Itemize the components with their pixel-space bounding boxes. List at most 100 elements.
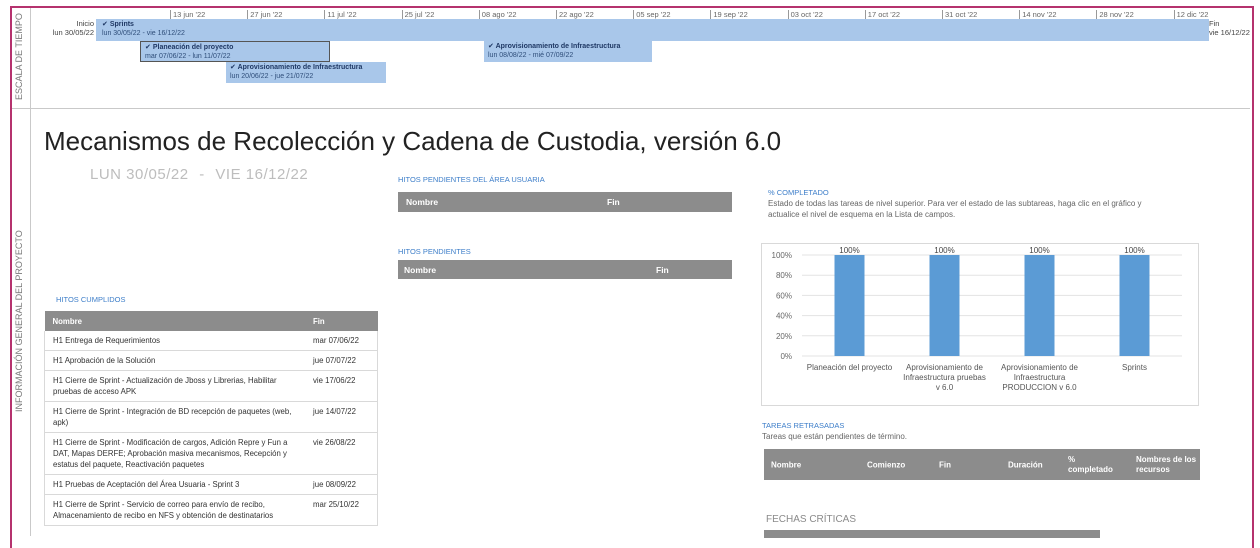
chart-ytick-label: 80% [776, 271, 792, 280]
chart-ytick-label: 100% [772, 251, 792, 260]
col-completado-header: % completado [1068, 454, 1113, 474]
hito-fin: jue 08/09/22 [305, 474, 378, 495]
hitos-cumplidos-body: H1 Entrega de Requerimientos mar 07/06/22… [44, 331, 378, 526]
tareas-retrasadas-heading: TAREAS RETRASADAS [762, 421, 845, 430]
hitos-pendientes-table-header[interactable]: Nombre Fin [398, 260, 732, 279]
chart-bar [1119, 255, 1150, 356]
chart-ytick-label: 60% [776, 291, 792, 300]
hito-nombre: H1 Cierre de Sprint - Servicio de correo… [44, 494, 305, 526]
chart-category-label: Aprovisionamiento de [1001, 363, 1078, 372]
chart-data-label: 100% [1029, 246, 1049, 255]
timeline-task-dates: lun 30/05/22 - vie 16/12/22 [102, 30, 185, 37]
project-end-date: VIE 16/12/22 [215, 166, 309, 183]
table-header-row: Nombre Fin [44, 311, 378, 331]
col-nombre-header: Nombre [404, 264, 437, 275]
timeline-sprints-bar[interactable] [96, 19, 1209, 41]
col-fin-header: Fin [939, 460, 951, 469]
timeline-task-aprov-infra-2[interactable]: ✔ Aprovisionamiento de Infraestructura l… [226, 62, 386, 83]
table-row[interactable]: H1 Cierre de Sprint - Integración de BD … [44, 401, 378, 433]
timeline-start-label: Inicio [76, 19, 94, 28]
timeline-task-name: ✔ Aprovisionamiento de Infraestructura [488, 42, 648, 51]
hito-nombre: H1 Pruebas de Aceptación del Área Usuari… [44, 474, 305, 495]
hito-fin: mar 25/10/22 [305, 494, 378, 526]
hito-fin: jue 07/07/22 [305, 350, 378, 371]
col-fin-header: Fin [656, 264, 669, 275]
hitos-cumplidos-heading: HITOS CUMPLIDOS [56, 295, 126, 304]
timeline-task-dates: lun 20/06/22 - jue 21/07/22 [230, 73, 314, 80]
hitos-cumplidos-table[interactable]: Nombre Fin H1 Entrega de Requerimientos m… [44, 311, 378, 526]
chart-bar [834, 255, 865, 356]
timeline-divider [12, 108, 1250, 109]
timeline-side-label: ESCALA DE TIEMPO [14, 13, 24, 100]
timeline-start: Inicio lun 30/05/22 [34, 19, 94, 37]
chart-category-label: Infraestructura pruebas [903, 373, 986, 382]
chart-ytick-label: 40% [776, 312, 792, 321]
table-row[interactable]: H1 Entrega de Requerimientos mar 07/06/22 [44, 331, 378, 351]
table-row[interactable]: H1 Cierre de Sprint - Modificación de ca… [44, 432, 378, 475]
check-icon: ✔ [230, 64, 236, 71]
date-separator: - [199, 166, 205, 183]
col-comienzo-header: Comienzo [867, 460, 906, 469]
tareas-retrasadas-note: Tareas que están pendientes de término. [762, 432, 907, 441]
chart-category-label: Aprovisionamiento de [906, 363, 983, 372]
hitos-pendientes-heading: HITOS PENDIENTES [398, 247, 471, 256]
chart-category-label: Planeación del proyecto [807, 363, 893, 372]
hito-fin: mar 07/06/22 [305, 331, 378, 351]
timeline-task-name: ✔ Sprints [102, 20, 185, 29]
hito-nombre: H1 Cierre de Sprint - Modificación de ca… [44, 432, 305, 475]
chart-bar [929, 255, 960, 356]
hitos-usuaria-heading: HITOS PENDIENTES DEL ÁREA USUARIA [398, 175, 545, 184]
hito-nombre: H1 Cierre de Sprint - Actualización de J… [44, 370, 305, 402]
timeline-task-name: ✔ Aprovisionamiento de Infraestructura [230, 63, 382, 72]
timeline-task-planeacion[interactable]: ✔ Planeación del proyecto mar 07/06/22 -… [140, 41, 330, 62]
timeline-task-name-text: Aprovisionamiento de Infraestructura [495, 43, 621, 50]
check-icon: ✔ [102, 21, 108, 28]
timeline-task-aprov-infra-1[interactable]: ✔ Aprovisionamiento de Infraestructura l… [484, 41, 652, 62]
hito-nombre: H1 Aprobación de la Solución [44, 350, 305, 371]
timeline-task-dates: mar 07/06/22 - lun 11/07/22 [145, 53, 231, 60]
col-recursos-header: Nombres de los recursos [1136, 454, 1197, 474]
project-side-label: INFORMACIÓN GENERAL DEL PROYECTO [14, 230, 24, 412]
chart-data-label: 100% [1124, 246, 1144, 255]
timeline-task-name: ✔ Planeación del proyecto [145, 43, 325, 52]
timeline-task-name-text: Aprovisionamiento de Infraestructura [237, 64, 363, 71]
chart-data-label: 100% [934, 246, 954, 255]
chart-category-label: v 6.0 [936, 383, 954, 392]
hito-nombre: H1 Cierre de Sprint - Integración de BD … [44, 401, 305, 433]
timeline-task-sprints[interactable]: ✔ Sprints lun 30/05/22 - vie 16/12/22 [98, 19, 189, 39]
tareas-retrasadas-table-header[interactable]: Nombre Comienzo Fin Duración % completad… [764, 449, 1200, 480]
timeline-task-name-text: Planeación del proyecto [152, 44, 234, 51]
timeline-start-date: lun 30/05/22 [52, 28, 94, 37]
col-fin-header: Fin [305, 311, 378, 331]
completado-note: Estado de todas las tareas de nivel supe… [768, 199, 1142, 219]
project-date-range: LUN 30/05/22 - VIE 16/12/22 [90, 166, 308, 183]
chart-bar [1024, 255, 1055, 356]
hitos-usuaria-table-header[interactable]: Nombre Fin [398, 192, 732, 212]
table-row[interactable]: H1 Cierre de Sprint - Actualización de J… [44, 370, 378, 402]
col-nombre-header: Nombre [406, 197, 439, 207]
col-duracion-header: Duración [1008, 460, 1043, 469]
chart-category-label: PRODUCCION v 6.0 [1002, 383, 1077, 392]
hito-fin: jue 14/07/22 [305, 401, 378, 433]
table-row[interactable]: H1 Aprobación de la Solución jue 07/07/22 [44, 350, 378, 371]
timeline-end-label: Fin [1209, 19, 1220, 28]
timeline-task-dates: lun 08/08/22 - mié 07/09/22 [488, 52, 574, 59]
chart-ytick-label: 0% [780, 352, 792, 361]
check-icon: ✔ [488, 43, 494, 50]
side-label-divider [30, 8, 31, 536]
chart-category-label: Sprints [1122, 363, 1147, 372]
check-icon: ✔ [145, 44, 151, 51]
table-row[interactable]: H1 Cierre de Sprint - Servicio de correo… [44, 494, 378, 526]
completado-chart-svg: 0% 20% 40% 60% 80% 100% 100% Planeación del pro… [772, 246, 1182, 392]
hito-fin: vie 17/06/22 [305, 370, 378, 402]
chart-category-label: Infraestructura [1014, 373, 1066, 382]
chart-data-label: 100% [839, 246, 859, 255]
hito-fin: vie 26/08/22 [305, 432, 378, 475]
completado-chart[interactable]: 0% 20% 40% 60% 80% 100% 100% Planeación del pro… [761, 243, 1199, 406]
timeline-end: Fin vie 16/12/22 [1209, 19, 1250, 37]
col-nombre-header: Nombre [771, 460, 802, 469]
fechas-criticas-table-header [764, 530, 1100, 538]
project-title: Mecanismos de Recolección y Cadena de Cu… [44, 126, 782, 156]
table-row[interactable]: H1 Pruebas de Aceptación del Área Usuari… [44, 474, 378, 495]
fechas-criticas-heading: FECHAS CRÍTICAS [766, 514, 857, 525]
